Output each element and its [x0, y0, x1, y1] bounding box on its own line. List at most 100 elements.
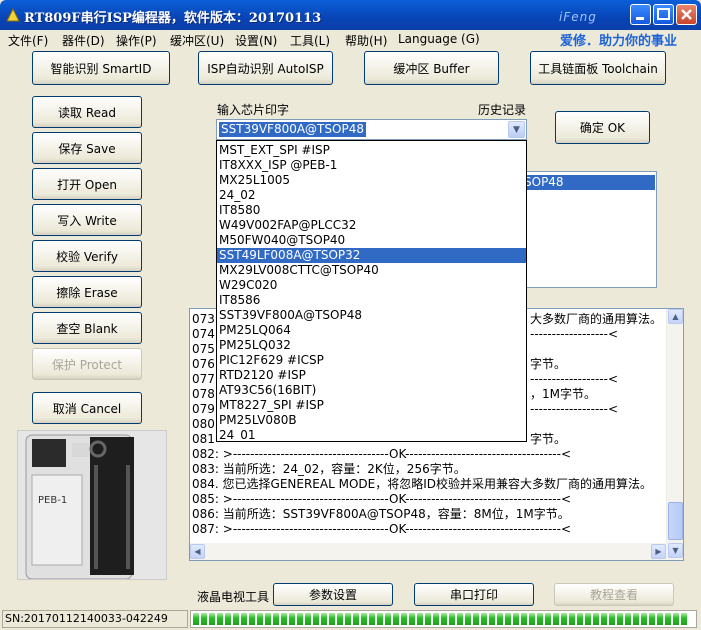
chip-input-label: 输入芯片印字	[217, 103, 290, 117]
scroll-down-icon[interactable]: ▼	[668, 543, 683, 558]
scroll-right-icon[interactable]: ▶	[651, 544, 666, 559]
progress-segment	[481, 613, 487, 625]
log-line: 086: 当前所选：SST39VF800A@TSOP48，容量：8M位，1M字节…	[192, 507, 570, 521]
log-line-tail: 字节。	[530, 357, 567, 371]
buffer-button[interactable]: 缓冲区 Buffer	[364, 51, 499, 85]
dropdown-option[interactable]: W29C020	[217, 278, 526, 293]
params-button[interactable]: 参数设置	[273, 583, 393, 606]
progress-segment	[433, 613, 439, 625]
serial-number: SN:20170112140033-042249	[2, 610, 188, 628]
dropdown-option[interactable]: PM25LQ032	[217, 338, 526, 353]
progress-segment	[305, 613, 311, 625]
scroll-up-icon[interactable]: ▲	[668, 309, 683, 324]
log-line-tail: ，1M字节。	[530, 387, 596, 401]
dropdown-option[interactable]: MX29LV008CTTC@TSOP40	[217, 263, 526, 278]
menu-file[interactable]: 文件(F)	[8, 32, 48, 49]
dropdown-option[interactable]: MT8227_SPI #ISP	[217, 398, 526, 413]
menu-buffer[interactable]: 缓冲区(U)	[170, 32, 224, 49]
menu-device[interactable]: 器件(D)	[62, 32, 105, 49]
cancel-button[interactable]: 取消 Cancel	[32, 392, 142, 424]
chip-dropdown-list[interactable]: MST_EXT_SPI #ISP IT8XXX_ISP @PEB-1 MX25L10…	[216, 140, 527, 442]
read-button[interactable]: 读取 Read	[32, 96, 142, 128]
progress-segment	[665, 613, 671, 625]
dropdown-option[interactable]: PIC12F629 #ICSP	[217, 353, 526, 368]
dropdown-option[interactable]: MST_EXT_SPI #ISP	[217, 143, 526, 158]
progress-segment	[337, 613, 343, 625]
progress-segment	[377, 613, 383, 625]
dropdown-option[interactable]: 24_02	[217, 188, 526, 203]
dropdown-option[interactable]: AT93C56(16BIT)	[217, 383, 526, 398]
progress-segment	[329, 613, 335, 625]
scroll-left-icon[interactable]: ◀	[190, 544, 205, 559]
dropdown-option[interactable]: SST39VF800A@TSOP48	[217, 308, 526, 323]
progress-segment	[361, 613, 367, 625]
progress-segment	[257, 613, 263, 625]
ok-button[interactable]: 确定 OK	[555, 111, 650, 144]
log-vertical-scrollbar[interactable]: ▲ ▼	[666, 309, 683, 560]
progress-segment	[401, 613, 407, 625]
menu-tools[interactable]: 工具(L)	[290, 32, 330, 49]
menu-language[interactable]: Language (G)	[398, 32, 480, 46]
progress-segment	[513, 613, 519, 625]
progress-segment	[385, 613, 391, 625]
chip-input-combo[interactable]: SST39VF800A@TSOP48 ▼	[216, 119, 527, 140]
dropdown-option[interactable]: 24_01	[217, 428, 526, 443]
progress-segment	[521, 613, 527, 625]
menu-help[interactable]: 帮助(H)	[345, 32, 387, 49]
smartid-button[interactable]: 智能识别 SmartID	[32, 51, 170, 85]
progress-segment	[265, 613, 271, 625]
log-line-tail: ------------------<	[530, 402, 618, 416]
progress-segment	[393, 613, 399, 625]
blank-button[interactable]: 查空 Blank	[32, 312, 142, 344]
log-horizontal-scrollbar[interactable]: ◀ ▶	[190, 543, 667, 560]
dropdown-option[interactable]: RTD2120 #ISP	[217, 368, 526, 383]
write-button[interactable]: 写入 Write	[32, 204, 142, 236]
dropdown-option[interactable]: M50FW040@TSOP40	[217, 233, 526, 248]
dropdown-option[interactable]: MX25L1005	[217, 173, 526, 188]
title-bar: RT809F串行ISP编程器，软件版本：20170113 iFeng	[0, 0, 701, 30]
toolchain-button[interactable]: 工具链面板 Toolchain	[530, 51, 666, 85]
dropdown-option[interactable]: IT8586	[217, 293, 526, 308]
dropdown-option[interactable]: W49V002FAP@PLCC32	[217, 218, 526, 233]
close-icon	[681, 9, 692, 20]
progress-segment	[529, 613, 535, 625]
menu-operate[interactable]: 操作(P)	[116, 32, 157, 49]
log-line: 080	[192, 417, 215, 431]
progress-segment	[553, 613, 559, 625]
open-button[interactable]: 打开 Open	[32, 168, 142, 200]
dropdown-option[interactable]: IT8XXX_ISP @PEB-1	[217, 158, 526, 173]
autoisp-button[interactable]: ISP自动识别 AutoISP	[198, 51, 333, 85]
progress-segment	[417, 613, 423, 625]
tutorial-button[interactable]: 教程查看	[554, 583, 674, 606]
progress-segment	[593, 613, 599, 625]
progress-segment	[649, 613, 655, 625]
history-selected-item[interactable]: SOP48	[523, 175, 655, 190]
serial-print-button[interactable]: 串口打印	[414, 583, 534, 606]
log-line: 079	[192, 402, 215, 416]
menu-settings[interactable]: 设置(N)	[235, 32, 277, 49]
save-button[interactable]: 保存 Save	[32, 132, 142, 164]
dropdown-option[interactable]: IT8580	[217, 203, 526, 218]
log-line: 074	[192, 327, 215, 341]
progress-segment	[409, 613, 415, 625]
dropdown-option[interactable]: PM25LQ064	[217, 323, 526, 338]
dropdown-option[interactable]: SST49LF008A@TSOP32	[217, 248, 526, 263]
scroll-thumb[interactable]	[668, 502, 683, 540]
maximize-button[interactable]	[653, 4, 674, 25]
minimize-icon	[636, 17, 644, 20]
progress-bar	[190, 610, 697, 628]
chevron-down-icon[interactable]: ▼	[508, 121, 525, 138]
protect-button[interactable]: 保护 Protect	[32, 348, 142, 380]
erase-button[interactable]: 擦除 Erase	[32, 276, 142, 308]
progress-segment	[297, 613, 303, 625]
dropdown-option[interactable]: PM25LV080B	[217, 413, 526, 428]
progress-segment	[217, 613, 223, 625]
progress-segment	[673, 613, 679, 625]
verify-button[interactable]: 校验 Verify	[32, 240, 142, 272]
progress-segment	[353, 613, 359, 625]
minimize-button[interactable]	[630, 4, 651, 25]
chip-input-value[interactable]: SST39VF800A@TSOP48	[219, 122, 366, 137]
close-button[interactable]	[676, 4, 697, 25]
progress-segment	[641, 613, 647, 625]
progress-segment	[321, 613, 327, 625]
